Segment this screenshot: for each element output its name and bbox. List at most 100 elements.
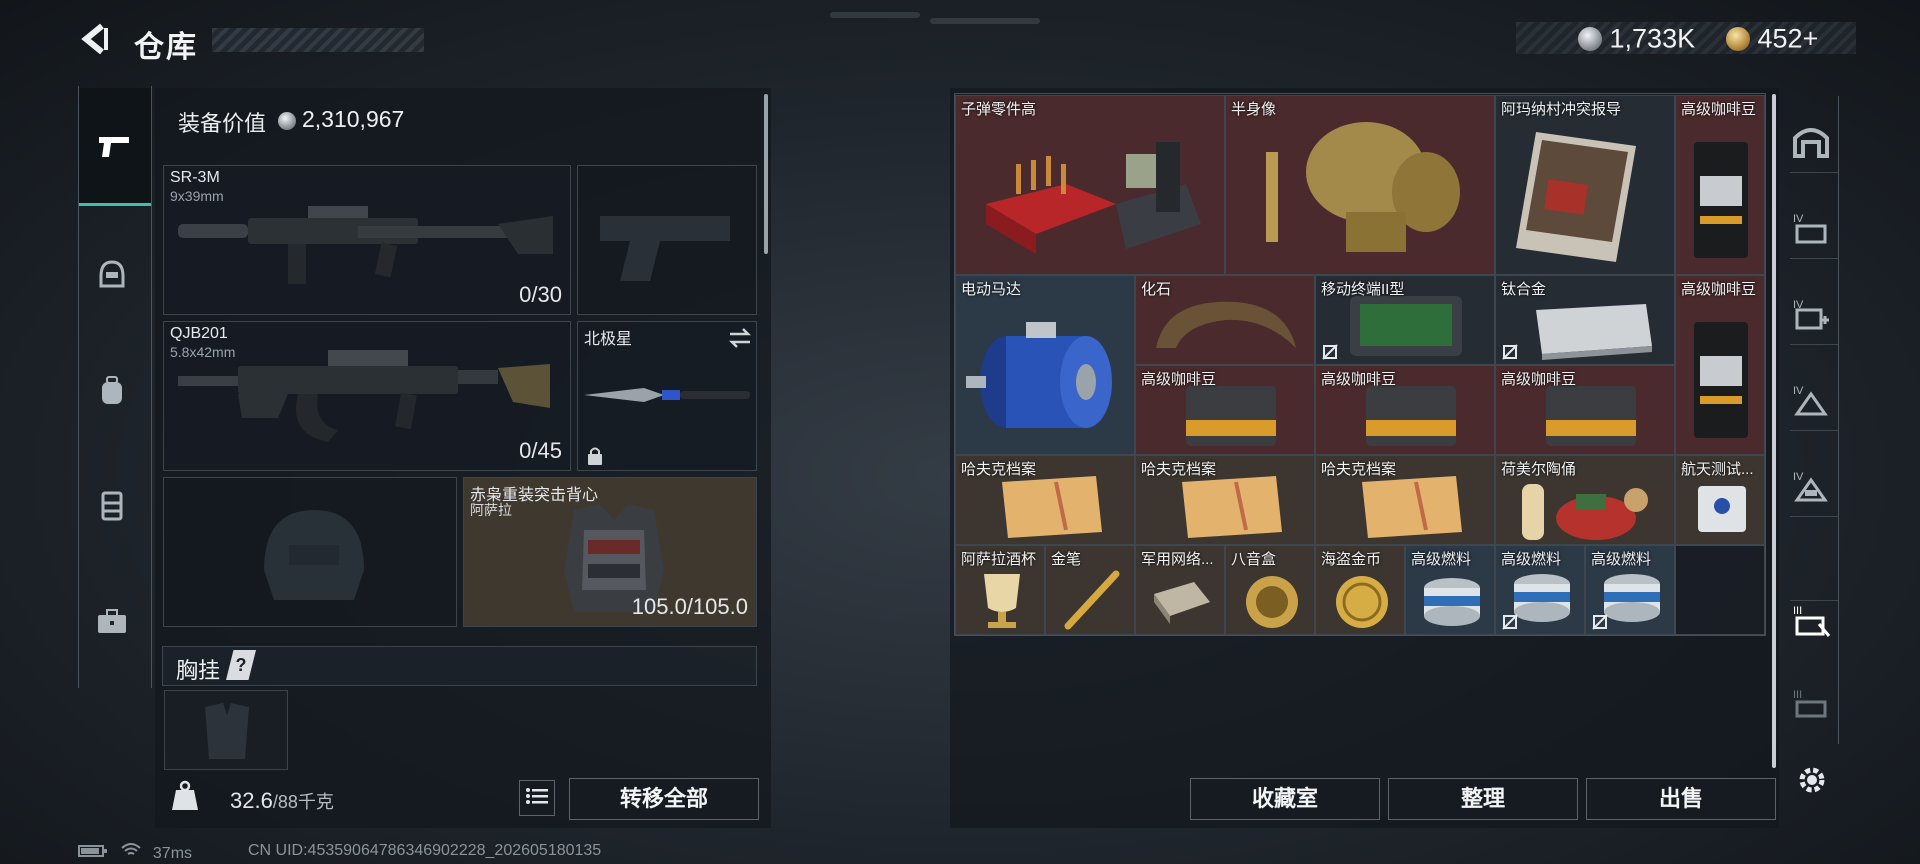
item-coffee-beans-1[interactable]: 高级咖啡豆 (1675, 95, 1765, 275)
helmet-silhouette-icon (264, 510, 364, 600)
tab-storage-4c[interactable]: IV (1785, 372, 1837, 428)
settings-button[interactable] (1792, 762, 1832, 802)
armor-slot[interactable]: 赤枭重装突击背心 阿萨拉 105.0/105.0 (463, 477, 757, 627)
fuel-can-image (1604, 574, 1660, 622)
item-name: 阿萨拉酒杯 (961, 551, 1037, 568)
coffee-bag-image (1694, 142, 1748, 258)
nav-case[interactable] (83, 594, 141, 650)
swap-icon[interactable] (728, 328, 752, 348)
transfer-all-button[interactable]: 转移全部 (569, 778, 759, 820)
melee-name: 北极星 (584, 331, 633, 348)
loadout-scrollbar[interactable] (764, 94, 768, 254)
coffee-bag-image (1546, 386, 1636, 446)
vest-icon (101, 491, 123, 521)
primary-weapon-slot[interactable]: SR-3M 9x39mm 0/30 (163, 165, 571, 315)
gear-icon (1799, 767, 1825, 793)
item-hormel-figurine[interactable]: 荷美尔陶俑 (1495, 455, 1675, 545)
item-aerospace-drive[interactable]: 航天测试... (1675, 455, 1765, 545)
ammo-parts-image (986, 142, 1201, 254)
nav-chest-rig[interactable] (83, 478, 141, 534)
coffee-bag-image (1694, 322, 1748, 438)
item-asala-goblet[interactable]: 阿萨拉酒杯 (955, 545, 1045, 635)
secondary-weapon-slot[interactable]: QJB201 5.8x42mm 0/45 (163, 321, 571, 471)
equipment-value-amount: 2,310,967 (302, 106, 405, 132)
item-military-network-card[interactable]: 军用网络... (1135, 545, 1225, 635)
gold-plus: + (1802, 23, 1819, 54)
item-haavk-file-3[interactable]: 哈夫克档案 (1315, 455, 1495, 545)
item-haavk-file-1[interactable]: 哈夫克档案 (955, 455, 1135, 545)
gold-currency[interactable]: 452+ (1726, 22, 1818, 54)
empty-cell[interactable] (1675, 545, 1765, 635)
nav-backpack[interactable] (83, 362, 141, 418)
armor-durability: 105.0/105.0 (631, 594, 748, 619)
tab-storage-4a[interactable]: IV (1785, 200, 1837, 256)
sort-button[interactable]: 整理 (1388, 778, 1578, 820)
item-pirate-coin[interactable]: 海盗金币 (1315, 545, 1405, 635)
pistol-silhouette-icon (600, 216, 730, 281)
wifi-icon (121, 843, 142, 855)
item-coffee-beans-5[interactable]: 高级咖啡豆 (1495, 365, 1675, 455)
item-name: 军用网络... (1141, 551, 1214, 568)
nav-helmet[interactable] (83, 246, 141, 302)
fuel-can-image (1424, 578, 1480, 626)
item-coffee-beans-4[interactable]: 高级咖啡豆 (1315, 365, 1495, 455)
nav-divider (1790, 430, 1838, 431)
item-music-box[interactable]: 八音盒 (1225, 545, 1315, 635)
file-folder-image (1002, 476, 1102, 538)
item-name: 高级咖啡豆 (1681, 281, 1757, 298)
battery-icon (78, 845, 107, 857)
item-electric-motor[interactable]: 电动马达 (955, 275, 1135, 455)
knife-image (584, 388, 750, 402)
item-name: 八音盒 (1231, 551, 1277, 568)
item-haavk-file-2[interactable]: 哈夫克档案 (1135, 455, 1315, 545)
rifle-qjb201-image (178, 350, 550, 442)
storage-scrollbar[interactable] (1772, 94, 1776, 768)
chest-rig-silhouette-icon (205, 703, 249, 759)
item-coffee-beans-3[interactable]: 高级咖啡豆 (1135, 365, 1315, 455)
secondary-weapon-ammo: 0/45 (519, 438, 562, 463)
item-name: 高级咖啡豆 (1141, 371, 1217, 388)
storage-tabs-nav: IV IV IV IV III III (1783, 96, 1839, 744)
collection-room-button[interactable]: 收藏室 (1190, 778, 1380, 820)
item-coffee-beans-2[interactable]: 高级咖啡豆 (1675, 275, 1765, 455)
item-bust[interactable]: 半身像 (1225, 95, 1495, 275)
weight-value: 32.6 (230, 788, 273, 813)
box-iii-icon: III (1793, 689, 1827, 718)
gold-coin-icon (1726, 26, 1750, 51)
back-button[interactable] (78, 22, 114, 58)
gear-iv-icon: IV (1793, 471, 1828, 502)
player-uid: CN UID:453590647863469022​28_20260518013… (248, 842, 602, 859)
sell-button[interactable]: 出售 (1586, 778, 1776, 820)
pistol-icon (99, 136, 129, 157)
svg-text:III: III (1793, 689, 1802, 701)
sidearm-slot-empty[interactable] (577, 165, 757, 315)
item-fossil[interactable]: 化石 (1135, 275, 1315, 365)
list-view-button[interactable] (519, 780, 555, 816)
no-transfer-icon (1502, 344, 1518, 360)
item-premium-fuel-2[interactable]: 高级燃料 (1495, 545, 1585, 635)
item-name: 哈夫克档案 (1321, 461, 1397, 478)
nav-weapons[interactable] (79, 88, 151, 206)
item-mobile-terminal[interactable]: 移动终端II型 (1315, 275, 1495, 365)
item-titanium[interactable]: 钛合金 (1495, 275, 1675, 365)
tab-storage-4b[interactable]: IV (1785, 286, 1837, 342)
nav-divider (1790, 344, 1838, 345)
helmet-slot-empty[interactable] (163, 477, 457, 627)
item-name: 高级燃料 (1411, 551, 1472, 568)
briefcase-icon (98, 609, 126, 633)
bust-image (1266, 122, 1460, 252)
item-ammo-parts[interactable]: 子弹零件高 (955, 95, 1225, 275)
equipment-value-label: 装备价值 (178, 111, 267, 136)
no-transfer-icon (1322, 344, 1338, 360)
item-premium-fuel-1[interactable]: 高级燃料 (1405, 545, 1495, 635)
coffee-bag-image (1186, 386, 1276, 446)
item-gold-pen[interactable]: 金笔 (1045, 545, 1135, 635)
item-magazine[interactable]: 阿玛纳村冲突报导 (1495, 95, 1675, 275)
chest-rig-slot[interactable] (164, 690, 288, 770)
tab-storage-4d[interactable]: IV (1785, 458, 1837, 514)
tab-all-storage[interactable] (1785, 112, 1837, 168)
melee-slot[interactable]: 北极星 (577, 321, 757, 471)
tab-storage-3b[interactable]: III (1785, 676, 1837, 732)
item-name: 高级燃料 (1591, 551, 1652, 568)
item-premium-fuel-3[interactable]: 高级燃料 (1585, 545, 1675, 635)
